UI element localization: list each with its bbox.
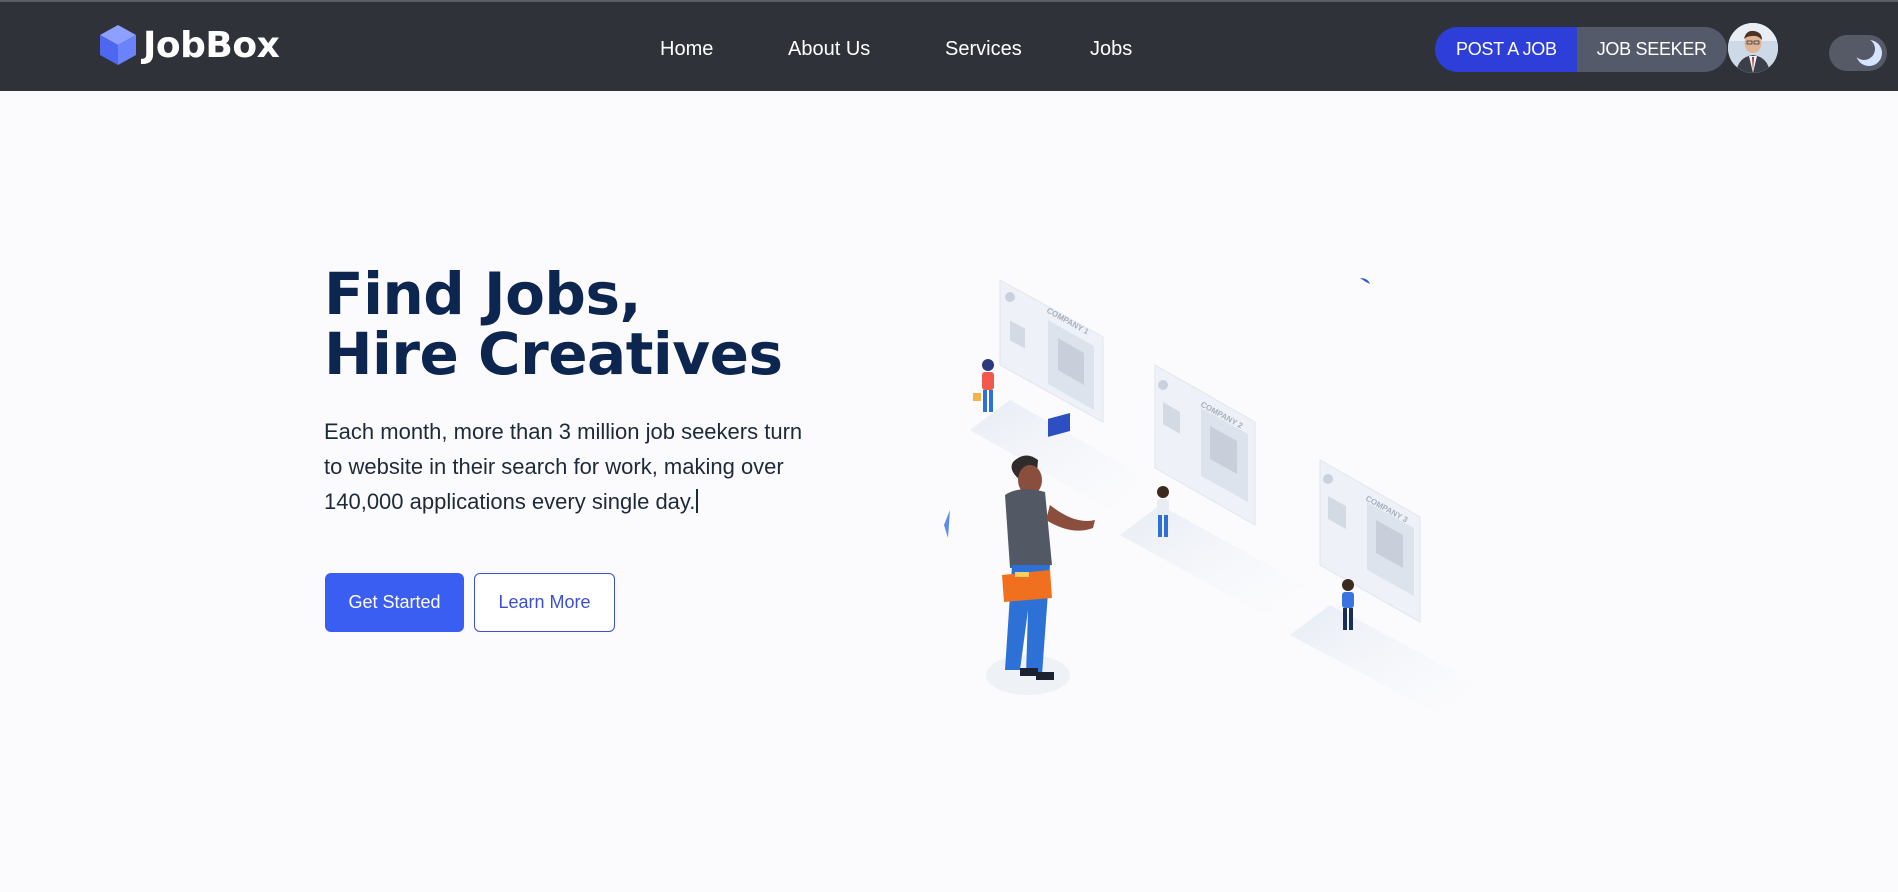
company-card-1: COMPANY 1 xyxy=(970,279,1150,510)
user-avatar[interactable] xyxy=(1728,23,1778,73)
company-card-2: COMPANY 2 xyxy=(1120,364,1305,615)
avatar-portrait-icon xyxy=(1728,23,1778,73)
moon-icon xyxy=(1855,39,1882,66)
nav-link-home[interactable]: Home xyxy=(660,38,713,61)
theme-toggle[interactable] xyxy=(1829,35,1887,71)
card-dot xyxy=(1323,474,1333,484)
top-navbar: JobBox Home About Us Services Jobs POST … xyxy=(0,0,1898,91)
learn-more-button[interactable]: Learn More xyxy=(474,573,615,632)
post-a-job-button[interactable]: POST A JOB xyxy=(1435,27,1577,72)
hero-title-line-1: Find Jobs, xyxy=(324,260,642,328)
hero-illustration: COMPANY 1 COMPANY 2 COMPANY 3 xyxy=(944,278,1480,715)
hero-description: Each month, more than 3 million job seek… xyxy=(324,414,804,519)
card-dot xyxy=(1005,292,1015,302)
company-card-3: COMPANY 3 xyxy=(1290,459,1480,715)
hero-title: Find Jobs, Hire Creatives xyxy=(324,260,783,388)
job-seeker-button[interactable]: JOB SEEKER xyxy=(1576,27,1727,72)
account-button-group: POST A JOB JOB SEEKER xyxy=(1435,27,1727,72)
decor-shape xyxy=(1360,278,1370,284)
decor-shape xyxy=(944,510,950,538)
typing-caret xyxy=(696,489,699,513)
small-person-1 xyxy=(973,359,994,412)
nav-link-about-us[interactable]: About Us xyxy=(788,38,870,61)
hero-title-line-2: Hire Creatives xyxy=(324,320,783,388)
nav-link-services[interactable]: Services xyxy=(945,38,1022,61)
get-started-button[interactable]: Get Started xyxy=(325,573,464,632)
nav-link-jobs[interactable]: Jobs xyxy=(1090,38,1132,61)
hero-description-text: Each month, more than 3 million job seek… xyxy=(324,419,803,514)
card-dot xyxy=(1158,380,1168,390)
